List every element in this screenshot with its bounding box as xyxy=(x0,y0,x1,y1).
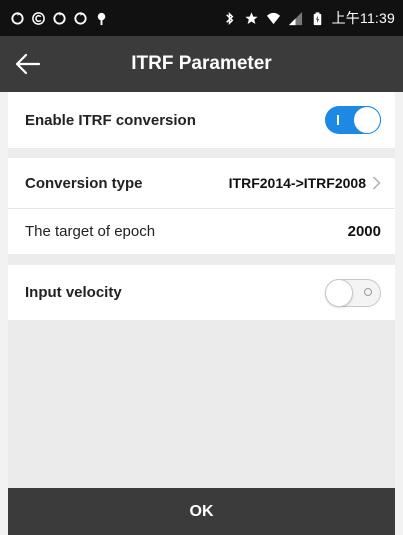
copyright-icon xyxy=(32,11,45,25)
status-bar: 上午11:39 xyxy=(0,0,403,36)
sync-icon xyxy=(53,11,66,25)
input-velocity-row: Input velocity xyxy=(8,265,395,320)
page-title: ITRF Parameter xyxy=(131,53,272,74)
status-time: 上午11:39 xyxy=(331,10,395,26)
status-left-icons xyxy=(10,11,109,26)
conversion-type-row[interactable]: Conversion type ITRF2014->ITRF2008 xyxy=(8,158,395,208)
chevron-right-icon xyxy=(372,176,381,190)
section-gap xyxy=(8,254,395,265)
toggle-knob xyxy=(353,106,381,134)
conversion-type-label: Conversion type xyxy=(25,174,143,192)
sync-icon xyxy=(74,11,87,25)
input-velocity-label: Input velocity xyxy=(25,284,122,301)
signal-icon xyxy=(288,11,302,25)
target-epoch-value: 2000 xyxy=(347,223,381,240)
enable-itrf-conversion-toggle[interactable] xyxy=(325,106,381,134)
toggle-on-mark xyxy=(337,115,339,125)
conversion-type-value-group: ITRF2014->ITRF2008 xyxy=(229,175,381,191)
sync-icon xyxy=(11,11,24,25)
status-right-icons: 上午11:39 xyxy=(222,8,395,28)
star-icon xyxy=(245,11,258,24)
wifi-icon xyxy=(266,12,280,24)
location-pin-icon xyxy=(97,12,106,25)
back-button[interactable] xyxy=(10,46,46,82)
battery-icon xyxy=(313,11,321,25)
arrow-left-icon xyxy=(15,53,41,75)
enable-itrf-conversion-row: Enable ITRF conversion xyxy=(8,92,395,148)
section-gap xyxy=(8,148,395,158)
conversion-type-value: ITRF2014->ITRF2008 xyxy=(228,175,366,191)
target-epoch-row[interactable]: The target of epoch 2000 xyxy=(8,209,395,254)
app-bar: ITRF Parameter xyxy=(0,36,403,92)
phone-screen: 上午11:39 ITRF Parameter Enable ITRF conve… xyxy=(0,0,403,535)
empty-content-area xyxy=(8,320,395,488)
toggle-off-mark xyxy=(364,287,372,296)
target-epoch-label: The target of epoch xyxy=(25,223,156,240)
enable-itrf-conversion-label: Enable ITRF conversion xyxy=(25,111,196,129)
toggle-knob xyxy=(325,278,353,307)
input-velocity-toggle[interactable] xyxy=(325,278,381,307)
bluetooth-icon xyxy=(225,11,233,25)
ok-button[interactable]: OK xyxy=(8,488,395,535)
